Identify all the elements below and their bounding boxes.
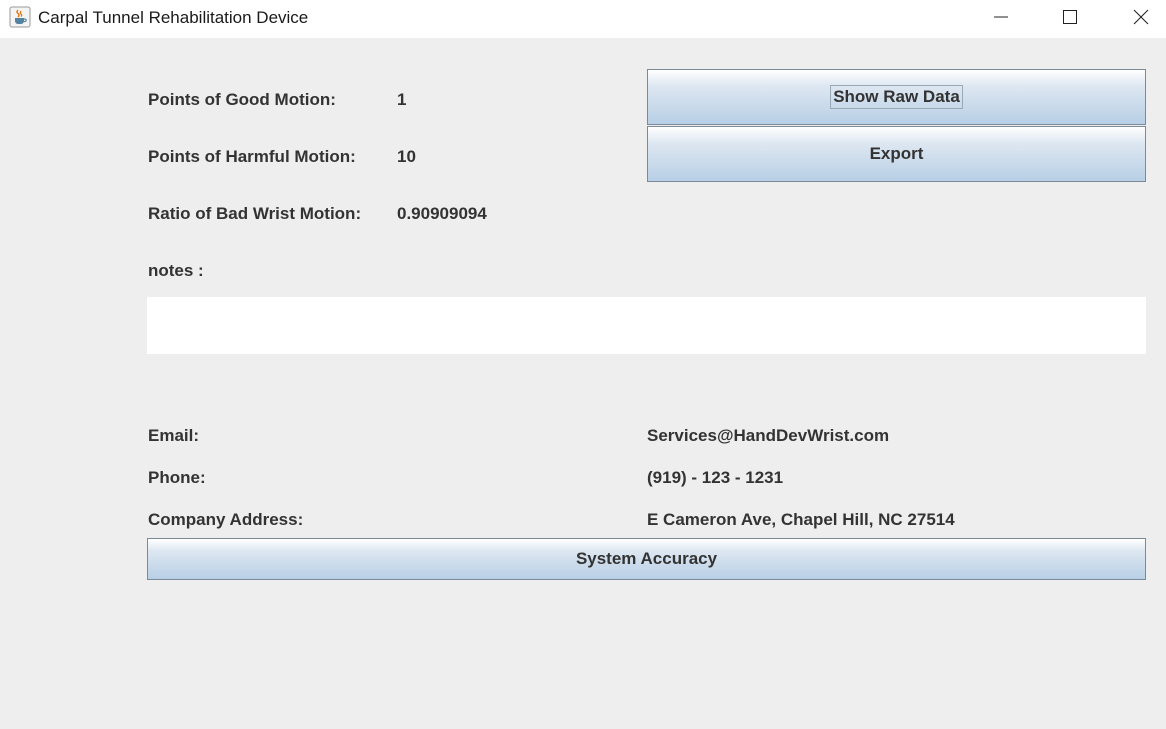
company-address-label: Company Address: <box>148 510 304 529</box>
export-button[interactable]: Export <box>647 126 1146 182</box>
good-motion-value: 1 <box>397 90 407 109</box>
show-raw-data-button[interactable]: Show Raw Data <box>647 69 1146 125</box>
main-panel: Points of Good Motion: 1 Points of Harmf… <box>0 38 1166 729</box>
minimize-button[interactable] <box>978 0 1024 34</box>
phone-value: (919) - 123 - 1231 <box>647 468 784 487</box>
harmful-motion-value: 10 <box>397 147 416 166</box>
java-coffee-cup-icon <box>9 6 31 28</box>
window-title: Carpal Tunnel Rehabilitation Device <box>38 8 309 27</box>
close-button[interactable] <box>1118 0 1164 34</box>
email-label: Email: <box>148 426 200 445</box>
good-motion-label: Points of Good Motion: <box>148 90 336 109</box>
system-accuracy-label: System Accuracy <box>575 549 718 568</box>
phone-label: Phone: <box>148 468 206 487</box>
minimize-icon <box>994 16 1008 18</box>
maximize-icon <box>1063 10 1077 24</box>
show-raw-data-label: Show Raw Data <box>830 85 963 109</box>
company-address-value: E Cameron Ave, Chapel Hill, NC 27514 <box>647 510 955 529</box>
notes-text-area[interactable] <box>147 297 1146 354</box>
system-accuracy-button[interactable]: System Accuracy <box>147 538 1146 580</box>
harmful-motion-label: Points of Harmful Motion: <box>148 147 356 166</box>
maximize-button[interactable] <box>1047 0 1093 34</box>
ratio-value: 0.90909094 <box>397 204 487 223</box>
app-window: Carpal Tunnel Rehabilitation Device Poin… <box>0 0 1166 729</box>
email-value: Services@HandDevWrist.com <box>647 426 890 445</box>
notes-label: notes : <box>148 261 204 280</box>
ratio-label: Ratio of Bad Wrist Motion: <box>148 204 362 223</box>
export-label: Export <box>869 144 924 163</box>
close-icon <box>1133 9 1149 25</box>
title-bar[interactable]: Carpal Tunnel Rehabilitation Device <box>0 0 1166 38</box>
